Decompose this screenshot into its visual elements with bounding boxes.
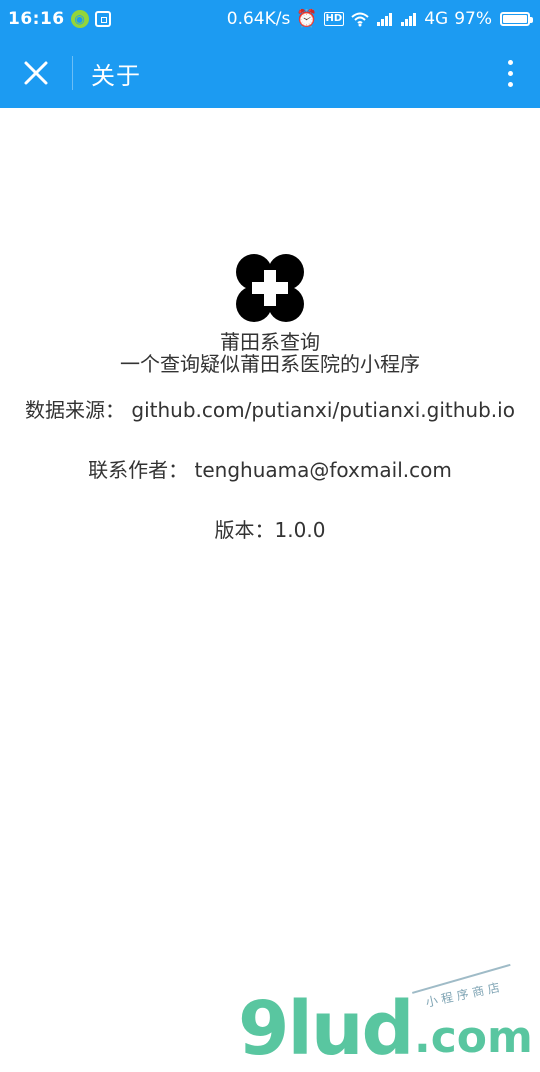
alarm-icon: ⏰ bbox=[296, 9, 318, 29]
status-time: 16:16 bbox=[8, 9, 65, 29]
version-line: 版本：1.0.0 bbox=[0, 514, 540, 543]
data-source-line: 数据来源： github.com/putianxi/putianxi.githu… bbox=[0, 394, 540, 423]
data-source-label: 数据来源： bbox=[25, 398, 126, 422]
watermark-swoosh bbox=[412, 963, 521, 1029]
nav-divider bbox=[72, 56, 73, 90]
more-button[interactable] bbox=[496, 55, 524, 91]
author-line: 联系作者： tenghuama@foxmail.com bbox=[0, 454, 540, 483]
version-value: 1.0.0 bbox=[274, 518, 326, 542]
watermark-logo: 9lud bbox=[238, 986, 415, 1072]
network-type: 4G bbox=[424, 9, 449, 29]
wechat-badge-icon: ◉ bbox=[70, 10, 89, 28]
scan-icon bbox=[94, 11, 111, 27]
watermark-tagline: 小 程 序 商 店 bbox=[424, 980, 501, 1010]
close-icon bbox=[24, 61, 48, 85]
data-source-value: github.com/putianxi/putianxi.github.io bbox=[131, 398, 515, 422]
about-content: 莆田系查询 一个查询疑似莆田系医院的小程序 数据来源： github.com/p… bbox=[0, 108, 540, 1066]
author-email: tenghuama@foxmail.com bbox=[194, 458, 452, 482]
status-left: 16:16 ◉ bbox=[8, 9, 111, 29]
more-vertical-icon bbox=[507, 59, 513, 65]
close-button[interactable] bbox=[18, 55, 54, 91]
status-right: 0.64K/s ⏰ HD 4G 97% bbox=[226, 9, 533, 29]
battery-percent: 97% bbox=[454, 9, 492, 29]
navigation-bar: 关于 bbox=[0, 38, 540, 108]
version-label: 版本： bbox=[214, 518, 275, 542]
top-bar: 16:16 ◉ 0.64K/s ⏰ HD 4G 97% 关于 bbox=[0, 0, 540, 108]
hd-icon: HD bbox=[323, 12, 345, 26]
signal-icon-secondary bbox=[400, 11, 418, 27]
more-vertical-icon bbox=[507, 70, 513, 76]
network-speed: 0.64K/s bbox=[226, 9, 291, 29]
app-description: 一个查询疑似莆田系医院的小程序 bbox=[120, 352, 420, 376]
battery-icon bbox=[500, 12, 533, 26]
status-bar: 16:16 ◉ 0.64K/s ⏰ HD 4G 97% bbox=[0, 0, 540, 38]
watermark: 小 程 序 商 店 9lud .com bbox=[238, 963, 538, 1072]
watermark-domain: .com bbox=[414, 1012, 533, 1063]
wifi-icon bbox=[350, 11, 370, 27]
author-label: 联系作者： bbox=[88, 458, 189, 482]
page-title: 关于 bbox=[91, 61, 141, 90]
medical-cross-logo-icon bbox=[236, 254, 304, 322]
signal-icon bbox=[376, 11, 394, 27]
more-vertical-icon bbox=[507, 81, 513, 87]
app-logo bbox=[234, 252, 306, 324]
